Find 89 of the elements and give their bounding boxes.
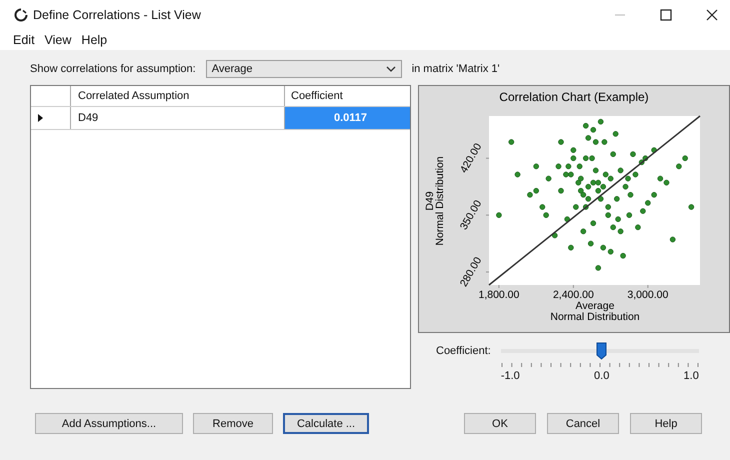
data-point [688, 204, 694, 210]
data-point [625, 176, 631, 182]
data-point [651, 192, 657, 198]
data-point [543, 212, 549, 218]
data-point [605, 204, 611, 210]
data-point [582, 204, 589, 210]
x-tick-label: 3,000.00 [627, 289, 668, 301]
data-point [682, 155, 688, 162]
data-point [514, 172, 520, 178]
dialog-button[interactable]: Cancel [547, 413, 619, 434]
dialog-button[interactable]: Help [630, 413, 702, 434]
data-point [590, 220, 596, 226]
data-point [622, 184, 628, 190]
data-point [628, 192, 634, 198]
data-point [540, 204, 546, 210]
data-point [556, 164, 562, 170]
x-axis-label: Normal Distribution [550, 311, 640, 323]
y-axis-label: D49 [424, 191, 436, 211]
data-point [598, 196, 604, 202]
data-point [588, 240, 594, 246]
data-point [595, 265, 602, 271]
data-point [558, 188, 564, 194]
data-point [558, 139, 564, 145]
menu-item[interactable]: Help [81, 33, 108, 47]
slider-tick-label: 0.0 [594, 370, 610, 382]
data-point [576, 164, 582, 170]
tick-mark [498, 284, 500, 288]
column-header[interactable]: Correlated Assumption [71, 86, 285, 106]
dialog-button[interactable]: Calculate ... [283, 413, 369, 434]
data-point [533, 164, 540, 170]
data-point [614, 196, 620, 202]
x-tick-label: 2,400.00 [552, 289, 594, 301]
close-icon[interactable] [706, 9, 718, 21]
data-point [605, 212, 611, 218]
data-point [618, 168, 624, 174]
data-point [546, 176, 552, 182]
x-axis-label: Average [576, 300, 614, 312]
data-point [552, 232, 558, 238]
window-title: Define Correlations - List View [33, 8, 201, 22]
menu-item[interactable]: View [44, 33, 72, 47]
data-point [580, 228, 586, 234]
data-point [508, 139, 514, 145]
slider-tick-label: -1.0 [500, 370, 520, 382]
data-point [670, 236, 676, 242]
data-point [602, 139, 608, 145]
data-point [610, 224, 616, 230]
data-point [566, 164, 572, 170]
data-point [615, 216, 621, 222]
dialog-button[interactable]: Add Assumptions... [35, 413, 183, 434]
tick-mark [572, 284, 574, 288]
data-point [632, 172, 638, 178]
dialog-button[interactable]: Remove [193, 413, 273, 434]
assumption-label: Show correlations for assumption: [30, 63, 196, 75]
data-point [640, 208, 646, 214]
slider-thumb[interactable] [596, 342, 608, 360]
matrix-label: in matrix 'Matrix 1' [412, 63, 500, 75]
x-tick-label: 1,800.00 [478, 289, 520, 301]
tick-mark [486, 158, 490, 159]
data-point [592, 168, 599, 174]
data-point [630, 151, 636, 158]
data-point [651, 147, 657, 153]
dialog-button[interactable]: OK [464, 413, 536, 434]
maximize-icon[interactable] [660, 9, 672, 21]
data-point [645, 200, 651, 206]
slider-tick-label: 1.0 [684, 370, 699, 382]
chevron-icon [386, 66, 396, 72]
data-point [612, 131, 618, 137]
tick-mark [647, 284, 648, 288]
data-point [598, 118, 604, 125]
column-header[interactable]: Coefficient [285, 86, 410, 106]
data-point [570, 155, 576, 162]
data-point [496, 212, 502, 218]
data-point [620, 252, 626, 259]
chart-title: Correlation Chart (Example) [499, 90, 649, 104]
y-axis-label: Normal Distribution [434, 156, 446, 246]
data-point [635, 224, 641, 230]
data-point [626, 212, 632, 218]
menu-item[interactable]: Edit [13, 33, 35, 47]
data-point [610, 151, 616, 158]
assumption-dropdown[interactable]: Average [206, 60, 402, 78]
data-point [570, 147, 576, 153]
slider-label: Coefficient: [436, 345, 491, 359]
data-point [568, 244, 574, 250]
data-point [676, 164, 682, 170]
tick-mark [486, 214, 490, 216]
data-point [573, 204, 579, 210]
app-icon [14, 8, 28, 22]
data-point [618, 228, 624, 234]
data-point [564, 216, 570, 222]
